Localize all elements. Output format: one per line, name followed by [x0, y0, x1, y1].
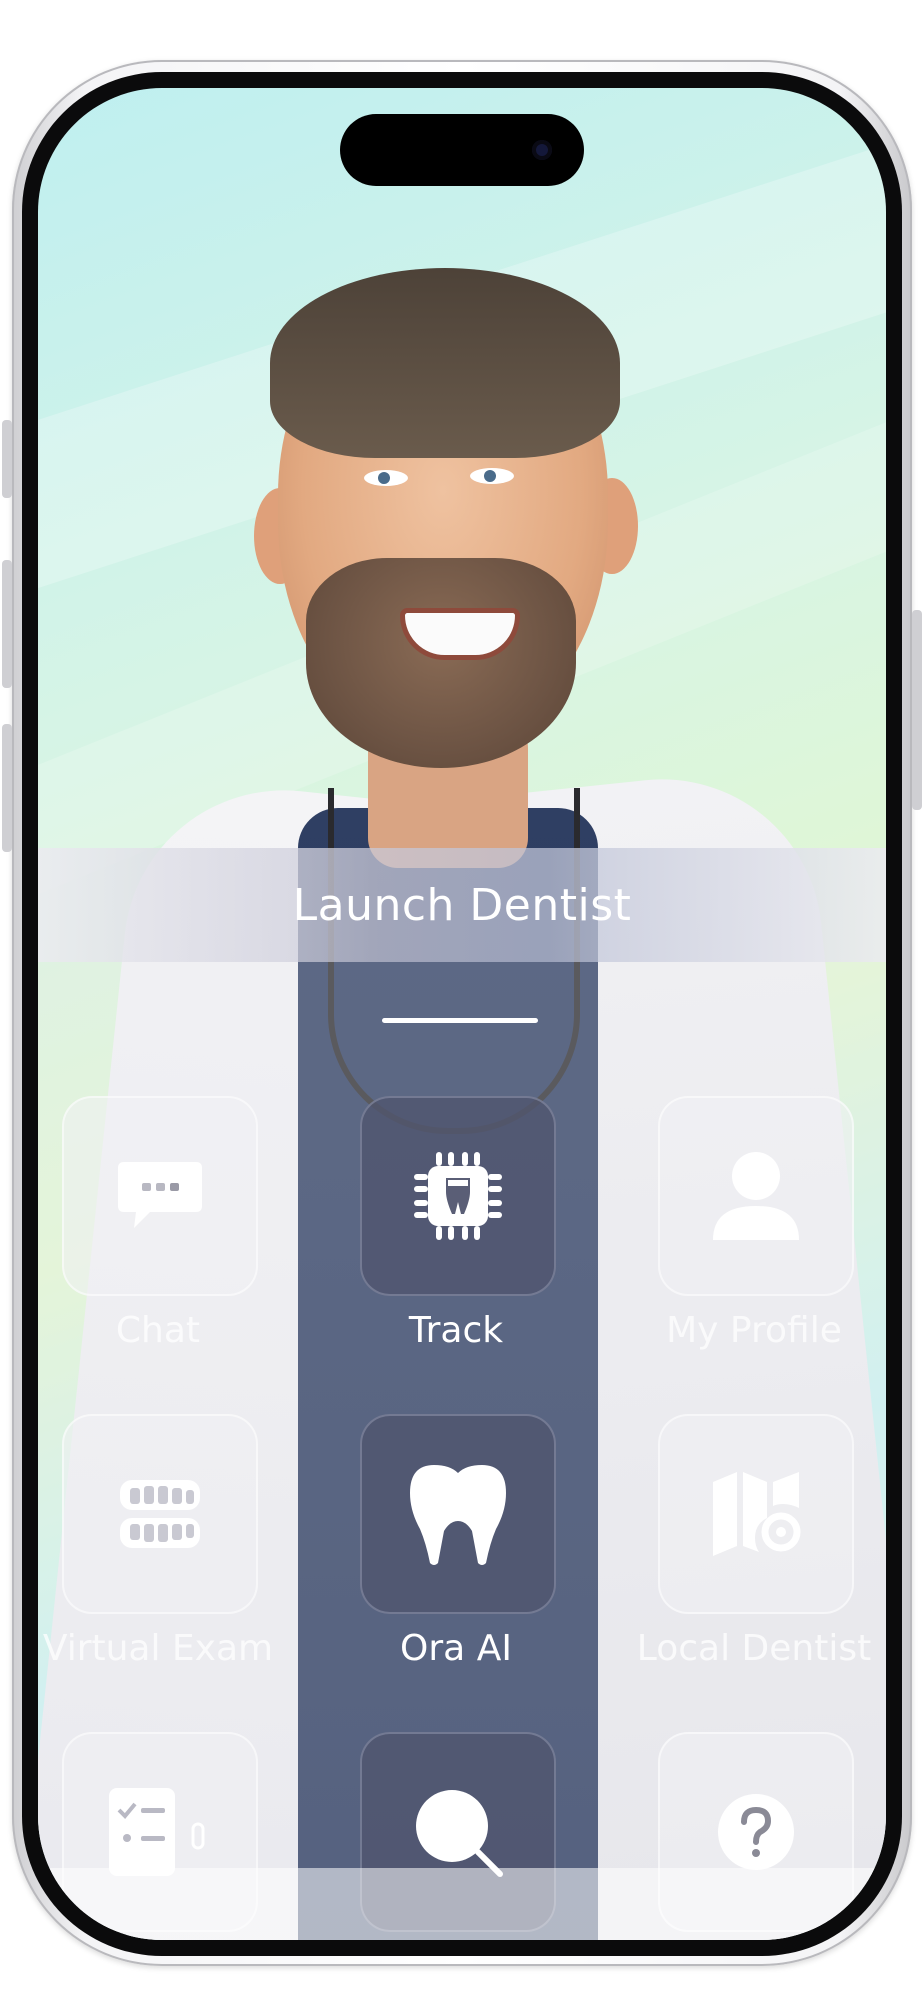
phone-side-button: [2, 420, 12, 498]
phone-volume-up: [2, 560, 12, 688]
dynamic-island: [340, 114, 584, 186]
phone-power-button: [912, 610, 922, 810]
person-icon: [713, 1152, 799, 1240]
track-label: Track: [408, 1310, 504, 1351]
track-tile[interactable]: [360, 1096, 556, 1296]
camera-icon: [532, 140, 552, 160]
launch-dentist-button[interactable]: Launch Dentist: [38, 848, 886, 962]
local-dentist-label: Local Dentist: [636, 1628, 872, 1669]
beard: [306, 558, 576, 768]
virtual-exam-label: Virtual Exam: [42, 1628, 274, 1669]
eye-left: [364, 470, 408, 486]
launch-dentist-label: Launch Dentist: [292, 879, 632, 931]
phone-volume-down: [2, 724, 12, 852]
chat-tile[interactable]: [62, 1096, 258, 1296]
virtual-exam-tile[interactable]: [62, 1414, 258, 1614]
bottom-fade: [38, 1868, 886, 1940]
chat-bubble-icon: [118, 1162, 202, 1228]
help-icon: [718, 1794, 794, 1870]
teeth-rows-icon: [120, 1480, 200, 1548]
hair: [270, 268, 620, 458]
ora-ai-label: Ora AI: [400, 1628, 512, 1669]
chat-label: Chat: [115, 1310, 201, 1351]
checklist-icon: [109, 1788, 205, 1876]
tooth-icon: [410, 1465, 506, 1565]
drag-handle[interactable]: [382, 1018, 538, 1023]
map-icon: [713, 1472, 801, 1556]
ora-ai-tile[interactable]: [360, 1414, 556, 1614]
my-profile-tile[interactable]: [658, 1096, 854, 1296]
local-dentist-tile[interactable]: [658, 1414, 854, 1614]
eye-right: [470, 468, 514, 484]
my-profile-label: My Profile: [666, 1310, 842, 1351]
app-screen: Launch Dentist Chat Track My Profile Vir…: [38, 88, 886, 1940]
magnifier-icon: [416, 1790, 503, 1877]
chip-icon: [414, 1152, 502, 1240]
